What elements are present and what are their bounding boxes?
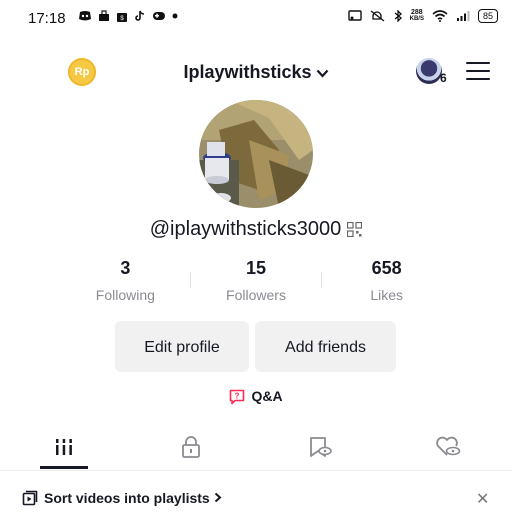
qr-code-icon[interactable] [347,222,363,238]
dot-icon [172,13,178,19]
stat-value: 658 [371,258,402,278]
stat-label: Followers [226,287,286,303]
close-icon[interactable]: ✕ [476,489,489,509]
svg-text:?: ? [235,392,240,401]
profile-handle: @iplaywithsticks3000 [149,218,342,240]
battery-indicator: 85 [477,9,498,23]
tab-videos[interactable] [34,425,94,469]
network-speed-unit: KB/S [409,16,424,22]
stat-following[interactable]: 3 Following [60,258,191,308]
lock-icon [182,436,200,458]
videos-grid-icon [56,439,72,455]
bluetooth-icon [394,10,402,22]
wifi-icon [432,10,448,22]
tab-favorites[interactable] [290,425,350,469]
profile-picture[interactable] [199,100,313,208]
cast-icon [347,10,362,21]
active-tab-indicator [40,466,88,469]
menu-button[interactable] [466,62,490,86]
handle-row: @iplaywithsticks3000 [0,218,512,241]
stat-value: 3 [120,258,131,278]
chevron-right-icon [214,492,222,503]
menu-line [466,78,490,80]
bookmark-eye-icon [310,437,332,457]
stat-followers[interactable]: 15 Followers [191,258,322,308]
qa-label: Q&A [251,388,283,404]
discord-icon [79,11,91,21]
menu-line [466,70,490,72]
qa-icon: ? [230,389,245,405]
mute-icon [370,10,385,22]
stat-divider [190,272,191,288]
profile-image [199,100,313,208]
notification-count: 6 [440,71,447,85]
profile-header: Rp Iplaywithsticks 6 [0,50,512,94]
shop-icon [99,10,109,21]
notification-icons: $ [78,10,178,22]
gamepad-icon [153,12,165,20]
menu-line [466,62,490,64]
system-icons: 288 KB/S 85 [347,9,498,23]
qa-link[interactable]: ? Q&A [0,388,512,405]
stat-likes[interactable]: 658 Likes [321,258,452,308]
chevron-down-icon [316,69,328,78]
stats-row: 3 Following 15 Followers 658 Likes [60,258,452,308]
network-speed: 288 KB/S [410,9,424,23]
inbox-avatar[interactable] [416,58,442,84]
shopping-bag-icon: $ [117,13,127,22]
heart-eye-icon [436,436,461,456]
tab-liked[interactable] [418,425,478,469]
network-speed-value: 288 [410,9,423,16]
stat-value: 15 [245,258,267,278]
tab-private[interactable] [161,425,221,469]
playlist-icon [22,490,38,506]
status-time: 17:18 [28,10,66,27]
stat-label: Following [95,287,155,303]
status-bar: 17:18 $ 288 KB/S 85 [0,0,512,38]
playlist-banner-text: Sort videos into playlists [44,490,222,506]
username: Iplaywithsticks [183,62,312,82]
tiktok-icon [135,10,145,21]
add-friends-button[interactable]: Add friends [255,321,396,372]
playlist-banner[interactable]: Sort videos into playlists ✕ [0,484,512,512]
playlist-banner-label: Sort videos into playlists [44,490,210,506]
tabs-divider [0,470,512,471]
stat-label: Likes [370,287,404,303]
stat-divider [321,272,322,288]
signal-icon [456,11,470,21]
edit-profile-button[interactable]: Edit profile [115,321,249,372]
content-tabs [0,425,512,469]
